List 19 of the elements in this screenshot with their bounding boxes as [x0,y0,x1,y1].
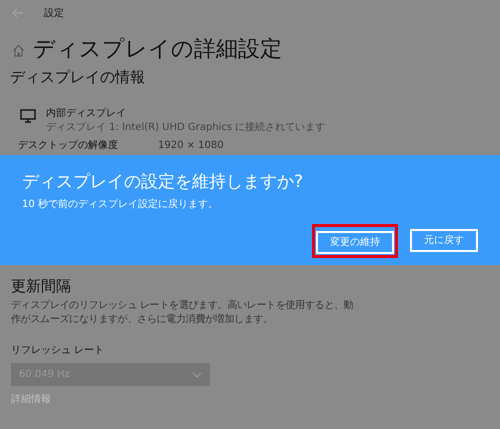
window-title: 設定 [44,6,64,20]
page-title: ディスプレイの詳細設定 [33,36,282,64]
dialog-button[interactable]: 変更の維持 [316,230,394,254]
resolution-label: デスクトップの解像度 [18,138,118,152]
more-info-link[interactable]: 詳細情報 [11,392,51,407]
dialog-title: ディスプレイの設定を維持しますか? [22,170,304,192]
resolution-value: 1920 × 1080 [158,138,224,152]
home-icon[interactable] [12,44,25,56]
monitor-icon [20,108,36,122]
display-name: 内部ディスプレイ [46,106,127,120]
display-detail: ディスプレイ 1: Intel(R) UHD Graphics に接続されています [46,120,326,134]
section-heading: 更新間隔 [11,276,71,296]
refresh-description: ディスプレイのリフレッシュ レートを選びます。高いレートを使用すると、動作がスムーズになりますが、さらに電力消費が増加します。 [11,299,354,327]
section-heading: ディスプレイの情報 [9,67,146,88]
dialog-message: 10 秒で前のディスプレイ設定に戻ります。 [22,198,219,212]
dialog-button[interactable]: 元に戻す [410,229,478,252]
chevron-down-icon [192,372,202,378]
refresh-rate-label: リフレッシュ レート [11,344,104,358]
back-arrow-icon[interactable] [12,8,24,18]
